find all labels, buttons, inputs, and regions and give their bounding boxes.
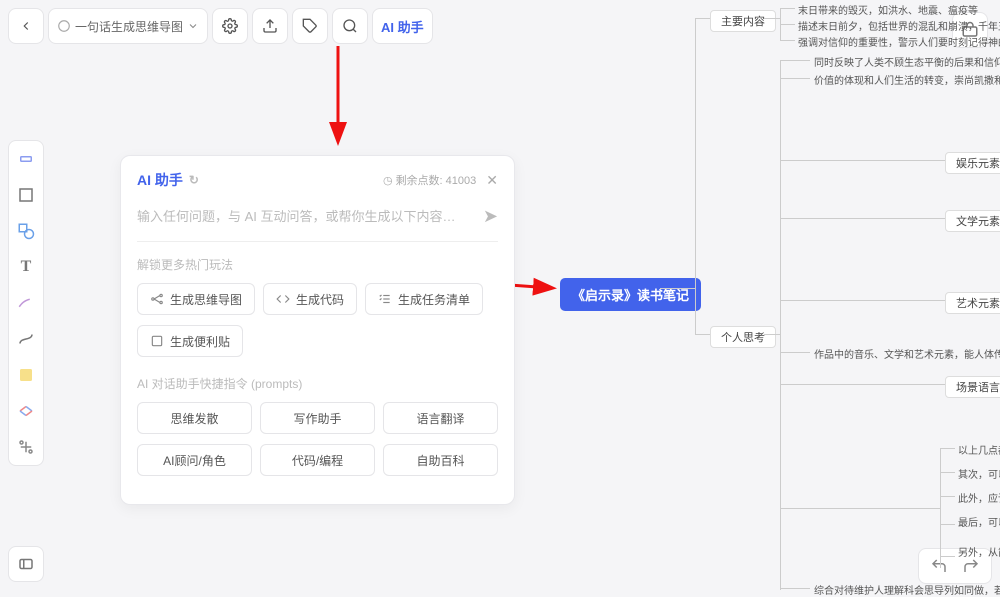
tool-more-icon[interactable]: [14, 435, 38, 459]
chip-generate-code[interactable]: 生成代码: [263, 283, 357, 315]
search-button[interactable]: [332, 8, 368, 44]
page-title: 一句话生成思维导图: [75, 18, 183, 35]
tool-mindmap-icon[interactable]: [14, 399, 38, 423]
refresh-icon[interactable]: ↻: [189, 173, 199, 187]
leaf[interactable]: 此外，应该注意作为不新趋势、影响目前或: [958, 490, 1000, 505]
clock-icon: ◷: [383, 174, 393, 187]
node-art[interactable]: 艺术元素: [945, 292, 1000, 314]
chip-encyclopedia[interactable]: 自助百科: [383, 444, 498, 476]
tool-text-icon[interactable]: T: [14, 255, 38, 279]
chip-generate-tasklist[interactable]: 生成任务清单: [365, 283, 483, 315]
close-icon[interactable]: ✕: [486, 172, 498, 189]
tool-connector-icon[interactable]: [14, 327, 38, 351]
chip-role[interactable]: AI顾问/角色: [137, 444, 252, 476]
mindmap-canvas[interactable]: 《启示录》读书笔记 主要内容 个人思考 末日带来的毁灭，如洪水、地震、瘟疫等 描…: [560, 0, 1000, 594]
node-entertain[interactable]: 娱乐元素: [945, 152, 1000, 174]
leaf[interactable]: 末日带来的毁灭，如洪水、地震、瘟疫等: [798, 2, 978, 17]
node-literary[interactable]: 文学元素: [945, 210, 1000, 232]
leaf[interactable]: 最后，可以演绎和考虑是的人产生提解决方案等: [958, 514, 1000, 529]
hot-section-label: 解锁更多热门玩法: [137, 256, 498, 273]
chip-divergent[interactable]: 思维发散: [137, 402, 252, 434]
leaf[interactable]: 作品中的音乐、文学和艺术元素，能人体传统说的娱乐感等: [814, 346, 1000, 361]
leaf[interactable]: 综合对待维护人理解科会思导列如同做，若若亮点做: [814, 582, 1000, 597]
tool-shape-icon[interactable]: [14, 219, 38, 243]
node-main-content[interactable]: 主要内容: [710, 10, 776, 32]
title-dropdown[interactable]: 一句话生成思维导图: [48, 8, 208, 44]
back-button[interactable]: [8, 8, 44, 44]
ai-assistant-panel: AI 助手 ↻ ◷剩余点数: 41003 ✕ ➤ 解锁更多热门玩法 生成思维导图…: [120, 155, 515, 505]
mindmap-root-node[interactable]: 《启示录》读书笔记: [560, 278, 701, 311]
ai-assistant-button[interactable]: AI 助手: [372, 8, 433, 44]
leaf[interactable]: 以上几点都通过艺术表现中的音乐、文学和艺: [958, 442, 1000, 457]
leaf[interactable]: 价值的体现和人们生活的转变，崇尚凯撒和生命价值观念或信仰观点都在该有境: [814, 72, 1000, 87]
tool-pen-icon[interactable]: [14, 291, 38, 315]
node-personal-thinking[interactable]: 个人思考: [710, 326, 776, 348]
settings-button[interactable]: [212, 8, 248, 44]
annotation-arrow-1: [310, 44, 370, 154]
top-toolbar: 一句话生成思维导图 AI 助手: [8, 8, 433, 44]
node-scene[interactable]: 场景语言: [945, 376, 1000, 398]
left-toolbar: T: [8, 140, 44, 466]
chip-translate[interactable]: 语言翻译: [383, 402, 498, 434]
leaf[interactable]: 另外，从简进一步通行音乐、文学和的等资，请再次心: [958, 544, 1000, 559]
ai-prompt-input[interactable]: [137, 209, 483, 224]
layers-button[interactable]: [8, 546, 44, 582]
leaf[interactable]: 同时反映了人类不顾生态平衡的后果和信仰的重要性: [814, 54, 1000, 69]
tool-sticky-icon[interactable]: [14, 363, 38, 387]
send-icon[interactable]: ➤: [483, 206, 498, 227]
tag-button[interactable]: [292, 8, 328, 44]
chip-generate-sticky[interactable]: 生成便利贴: [137, 325, 243, 357]
tool-frame-icon[interactable]: [14, 183, 38, 207]
prompts-section-label: AI 对话助手快捷指令 (prompts): [137, 375, 498, 392]
points-remaining: 剩余点数: 41003: [396, 172, 477, 188]
leaf[interactable]: 强调对信仰的重要性，警示人们要时刻记得神的话语: [798, 34, 1000, 49]
leaf[interactable]: 描述末日前夕，包括世界的混乱和崩溃，千年王国的到来等: [798, 18, 1000, 33]
chip-writer[interactable]: 写作助手: [260, 402, 375, 434]
chip-generate-mindmap[interactable]: 生成思维导图: [137, 283, 255, 315]
ai-panel-title: AI 助手 ↻: [137, 170, 199, 190]
tool-select-icon[interactable]: [14, 147, 38, 171]
export-button[interactable]: [252, 8, 288, 44]
chip-code[interactable]: 代码/编程: [260, 444, 375, 476]
leaf[interactable]: 其次，可以通过搜索会引发感概共的、且: [958, 466, 1000, 481]
